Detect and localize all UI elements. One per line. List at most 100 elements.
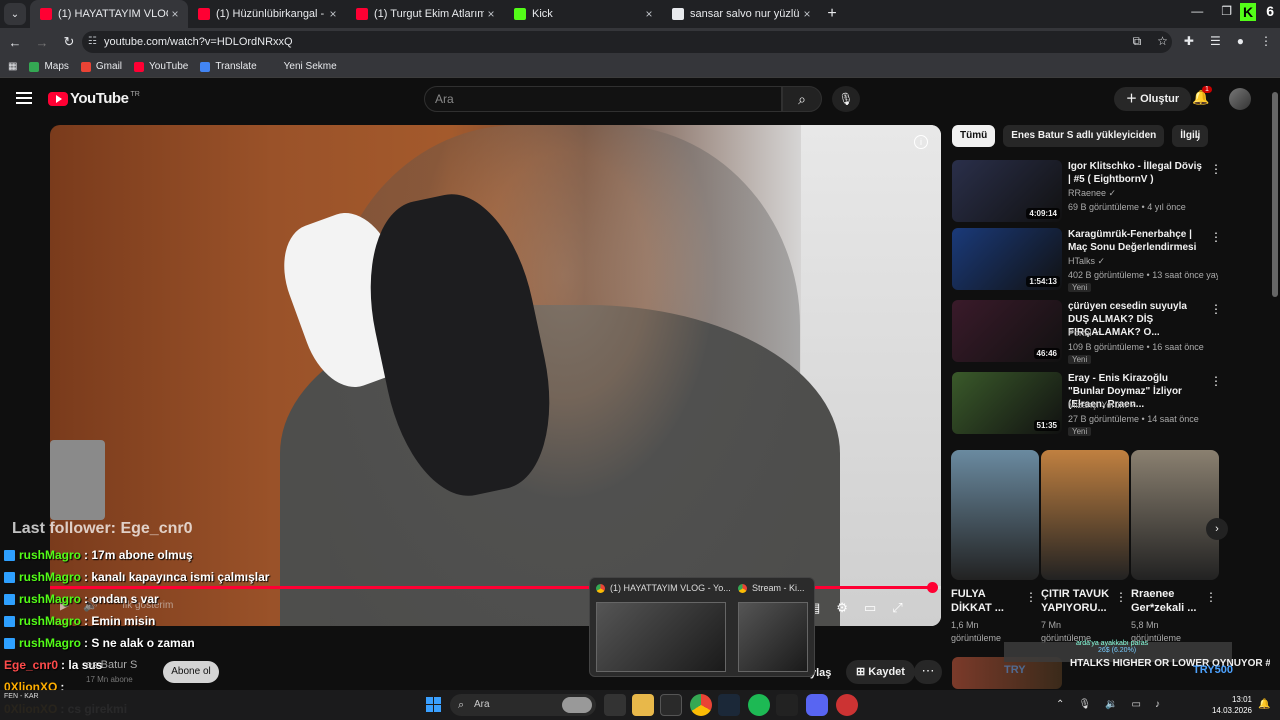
shorts-next-button[interactable]: ›	[1206, 518, 1228, 540]
notifications-button[interactable]: 🔔 1	[1192, 86, 1212, 106]
recommendation-item[interactable]: 4:09:14 Igor Klitschko - İllegal Döviş | …	[952, 160, 1222, 222]
file-explorer-icon[interactable]	[632, 694, 654, 716]
more-vert-icon[interactable]: ⋮	[1210, 230, 1222, 244]
short-title[interactable]: FULYA DİKKAT ...	[951, 587, 1023, 615]
speaker-icon[interactable]: 🔉	[1105, 699, 1117, 710]
more-vert-icon[interactable]: ⋮	[1210, 162, 1222, 176]
steam-icon[interactable]	[718, 694, 740, 716]
bookmark-item[interactable]: Yeni Sekme	[268, 61, 337, 72]
filter-chip[interactable]: Tümü	[952, 125, 996, 147]
close-icon[interactable]: ×	[168, 7, 182, 21]
video-channel[interactable]: Portal ✓	[1068, 328, 1102, 339]
apps-grid-icon[interactable]: ▦	[8, 61, 17, 72]
browser-menu-icon[interactable]: ⋮	[1260, 34, 1272, 49]
search-input[interactable]: Ara	[424, 86, 782, 112]
voice-search-button[interactable]: 🎙	[832, 86, 860, 112]
channel-name[interactable]: es Batur S	[86, 659, 137, 671]
short-thumbnail[interactable]	[951, 450, 1039, 580]
settings-gear-icon[interactable]: ⚙	[836, 600, 848, 616]
new-tab-button[interactable]: +	[820, 5, 844, 23]
clock[interactable]: 13:01 14.03.2026	[1208, 694, 1252, 716]
bookmark-item[interactable]: YouTube	[134, 61, 188, 72]
more-actions-button[interactable]: ⋯	[914, 660, 942, 684]
recorder-icon[interactable]	[836, 694, 858, 716]
close-icon[interactable]: ×	[484, 7, 498, 21]
network-icon[interactable]: ▭	[1132, 699, 1141, 710]
fullscreen-icon[interactable]: ⤢	[892, 600, 902, 616]
chevron-right-icon[interactable]: ›	[1196, 131, 1200, 145]
filter-chip[interactable]: İlgili	[1172, 125, 1209, 147]
chevron-up-icon[interactable]: ⌃	[1056, 699, 1064, 710]
back-icon[interactable]: ←	[3, 35, 27, 50]
menu-icon[interactable]	[16, 92, 32, 104]
video-channel[interactable]: Mizahçı Yorum ✓	[1068, 400, 1137, 411]
preview-window-2[interactable]: Stream - Ki...	[738, 583, 805, 593]
short-thumbnail[interactable]	[1041, 450, 1129, 580]
epic-games-icon[interactable]	[660, 694, 682, 716]
filter-chip[interactable]: Enes Batur S adlı yükleyiciden	[1003, 125, 1165, 147]
tab[interactable]: sansar salvo nur yüzlü adam - Go×	[662, 0, 820, 28]
recommendation-item[interactable]: 46:46 çürüyen cesedin suyuyla DUŞ ALMAK? …	[952, 300, 1222, 364]
chrome-icon[interactable]	[690, 694, 712, 716]
task-view-icon[interactable]	[604, 694, 626, 716]
profile-icon[interactable]: ●	[1237, 34, 1244, 49]
app-icon[interactable]	[776, 694, 798, 716]
close-icon[interactable]: ×	[326, 7, 340, 21]
close-icon[interactable]: ×	[642, 7, 656, 21]
teams-icon[interactable]	[806, 694, 828, 716]
video-title[interactable]: Igor Klitschko - İllegal Döviş | #5 ( Ei…	[1068, 160, 1204, 186]
video-channel[interactable]: HTalks ✓	[1068, 256, 1105, 267]
promo-video-title[interactable]: HTALKS HIGHER OR LOWER OYNUYOR #2	[1070, 657, 1277, 670]
extensions-icon[interactable]: ✚	[1184, 34, 1194, 49]
more-vert-icon[interactable]: ⋮	[1025, 590, 1037, 604]
recommendation-item[interactable]: 1:54:13 Karagümrük-Fenerbahçe | Maç Sonu …	[952, 228, 1222, 292]
close-icon[interactable]: ×	[800, 7, 814, 21]
scrollbar-thumb[interactable]	[1272, 92, 1278, 297]
preview-window-1[interactable]: (1) HAYATTAYIM VLOG - Yo...	[596, 583, 731, 593]
more-vert-icon[interactable]: ⋮	[1115, 590, 1127, 604]
bookmark-star-icon[interactable]: ☆	[1157, 34, 1168, 49]
spotify-icon[interactable]	[748, 694, 770, 716]
short-title[interactable]: Rraenee Ger*zekali ...	[1131, 587, 1203, 615]
info-icon[interactable]: i	[914, 135, 928, 149]
create-button[interactable]: ＋ Oluştur	[1114, 87, 1192, 111]
video-channel[interactable]: RRaenee ✓	[1068, 188, 1116, 199]
tab[interactable]: (1) Turgut Ekim Atlarım Uçağa ...×	[346, 0, 504, 28]
short-thumbnail[interactable]	[1131, 450, 1219, 580]
notification-center-icon[interactable]: 🔔	[1258, 699, 1270, 710]
progress-scrubber[interactable]	[927, 582, 939, 593]
reading-list-icon[interactable]: ☰	[1210, 34, 1221, 49]
bookmark-item[interactable]: Maps	[29, 61, 69, 72]
taskbar-search[interactable]: ⌕ Ara	[450, 694, 596, 716]
bookmark-item[interactable]: Gmail	[80, 61, 122, 72]
preview-thumbnail-2[interactable]	[738, 602, 808, 672]
tab[interactable]: (1) HAYATTAYIM VLOG - YouTube×	[30, 0, 188, 28]
subscribe-button[interactable]: Abone ol	[163, 661, 219, 683]
avatar[interactable]	[1229, 88, 1251, 110]
page-scrollbar[interactable]	[1270, 80, 1280, 690]
preview-thumbnail-1[interactable]	[596, 602, 726, 672]
mic-tray-icon[interactable]: 🎙	[1078, 699, 1091, 710]
search-button[interactable]: ⌕	[782, 86, 822, 112]
recommendation-item[interactable]: 51:35 Eray - Enis Kirazoğlu "Bunlar Doyma…	[952, 372, 1222, 436]
tab[interactable]: Kick ×	[504, 0, 662, 28]
address-bar[interactable]: ☷ youtube.com/watch?v=HDLOrdNRxxQ	[82, 31, 1172, 53]
youtube-logo[interactable]: YouTube TR	[48, 90, 140, 107]
site-info-icon[interactable]: ☷	[88, 36, 97, 47]
bookmark-item[interactable]: Translate	[200, 61, 257, 72]
video-title[interactable]: Karagümrük-Fenerbahçe | Maç Sonu Değerle…	[1068, 228, 1204, 254]
forward-icon[interactable]: →	[30, 35, 54, 50]
volume-icon[interactable]: ♪	[1155, 699, 1160, 710]
more-vert-icon[interactable]: ⋮	[1210, 302, 1222, 316]
tab-search-button[interactable]: ⌄	[4, 3, 26, 25]
weather-widget[interactable]: FEN - KAR	[4, 692, 39, 701]
theater-mode-icon[interactable]: ▭	[864, 600, 876, 616]
more-vert-icon[interactable]: ⋮	[1210, 374, 1222, 388]
short-title[interactable]: ÇITIR TAVUK YAPIYORU...	[1041, 587, 1113, 615]
tab[interactable]: (1) Hüzünlübirkangal - YouTube×	[188, 0, 346, 28]
more-vert-icon[interactable]: ⋮	[1205, 590, 1217, 604]
windows-start-icon[interactable]	[426, 697, 441, 712]
minimize-icon[interactable]: —	[1191, 4, 1203, 18]
reload-icon[interactable]: ↻	[57, 34, 81, 50]
restore-icon[interactable]: ❐	[1221, 4, 1232, 18]
